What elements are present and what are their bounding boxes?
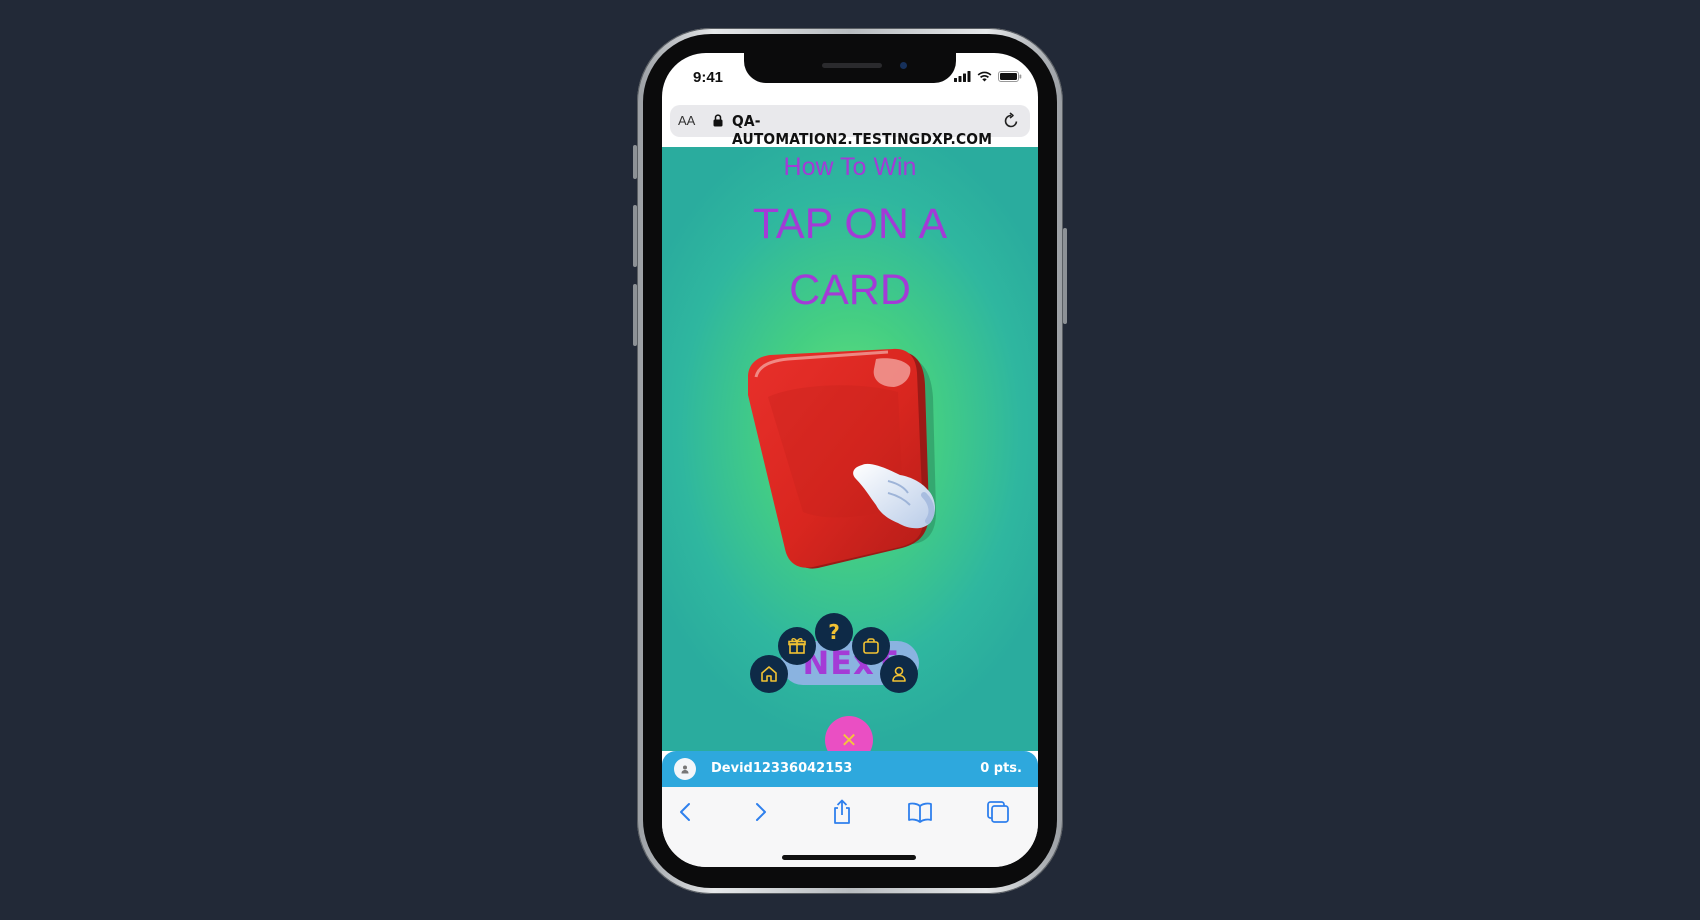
chevron-right-icon: [756, 803, 766, 821]
share-button[interactable]: [827, 797, 857, 827]
silent-switch: [633, 145, 637, 179]
close-menu-button[interactable]: ✕: [825, 716, 873, 751]
shop-nav-button[interactable]: [852, 627, 890, 665]
user-bar: Devid12336042153 0 pts.: [662, 751, 1038, 787]
volume-up-button: [633, 205, 637, 267]
home-icon: [761, 666, 777, 682]
text-size-button[interactable]: AA: [678, 113, 695, 128]
earpiece-speaker: [822, 63, 882, 68]
red-card-illustration[interactable]: [728, 337, 968, 577]
url-text[interactable]: QA-AUTOMATION2.TESTINGDXP.COM: [732, 112, 1006, 148]
instruction-line-2: CARD: [789, 266, 911, 314]
user-icon: [892, 666, 906, 682]
tabs-button[interactable]: [983, 797, 1013, 827]
notch: [744, 53, 956, 83]
front-camera: [900, 62, 907, 69]
profile-nav-button[interactable]: [880, 655, 918, 693]
bookmarks-button[interactable]: [905, 797, 935, 827]
close-icon: ✕: [840, 729, 858, 752]
bag-icon: [863, 638, 879, 654]
chevron-left-icon: [680, 803, 690, 821]
status-icons: [954, 71, 1022, 82]
help-nav-button[interactable]: ?: [815, 613, 853, 651]
help-icon: ?: [828, 620, 840, 644]
back-button[interactable]: [670, 797, 700, 827]
signal-icon: [954, 71, 971, 82]
username: Devid12336042153: [711, 761, 853, 776]
volume-down-button: [633, 284, 637, 346]
home-nav-button[interactable]: [750, 655, 788, 693]
rewards-nav-button[interactable]: [778, 627, 816, 665]
phone-screen: 9:41 AA QA-AUTOMATION2.TESTINGDXP.COM Ho…: [662, 53, 1038, 867]
power-button: [1063, 228, 1067, 324]
reload-icon[interactable]: [1002, 112, 1020, 130]
share-icon: [834, 799, 850, 824]
home-indicator[interactable]: [782, 855, 916, 860]
gift-icon: [788, 637, 806, 654]
battery-icon: [998, 71, 1022, 82]
avatar-person-icon: [681, 765, 689, 774]
game-area: How To Win TAP ON A CARD NExT ? ✕: [662, 147, 1038, 751]
avatar[interactable]: [674, 758, 696, 780]
tabs-icon: [987, 801, 1009, 823]
instruction-line-1: TAP ON A: [752, 200, 948, 248]
lock-icon: [713, 114, 723, 127]
status-time: 9:41: [693, 69, 724, 86]
book-icon: [908, 802, 932, 823]
how-to-win-heading: How To Win: [783, 153, 917, 181]
forward-button[interactable]: [746, 797, 776, 827]
points-balance: 0 pts.: [980, 761, 1022, 776]
address-bar[interactable]: AA QA-AUTOMATION2.TESTINGDXP.COM: [670, 105, 1030, 148]
browser-toolbar: [662, 787, 1038, 867]
instruction-title: TAP ON A CARD: [662, 191, 1038, 323]
wifi-icon: [977, 71, 992, 82]
